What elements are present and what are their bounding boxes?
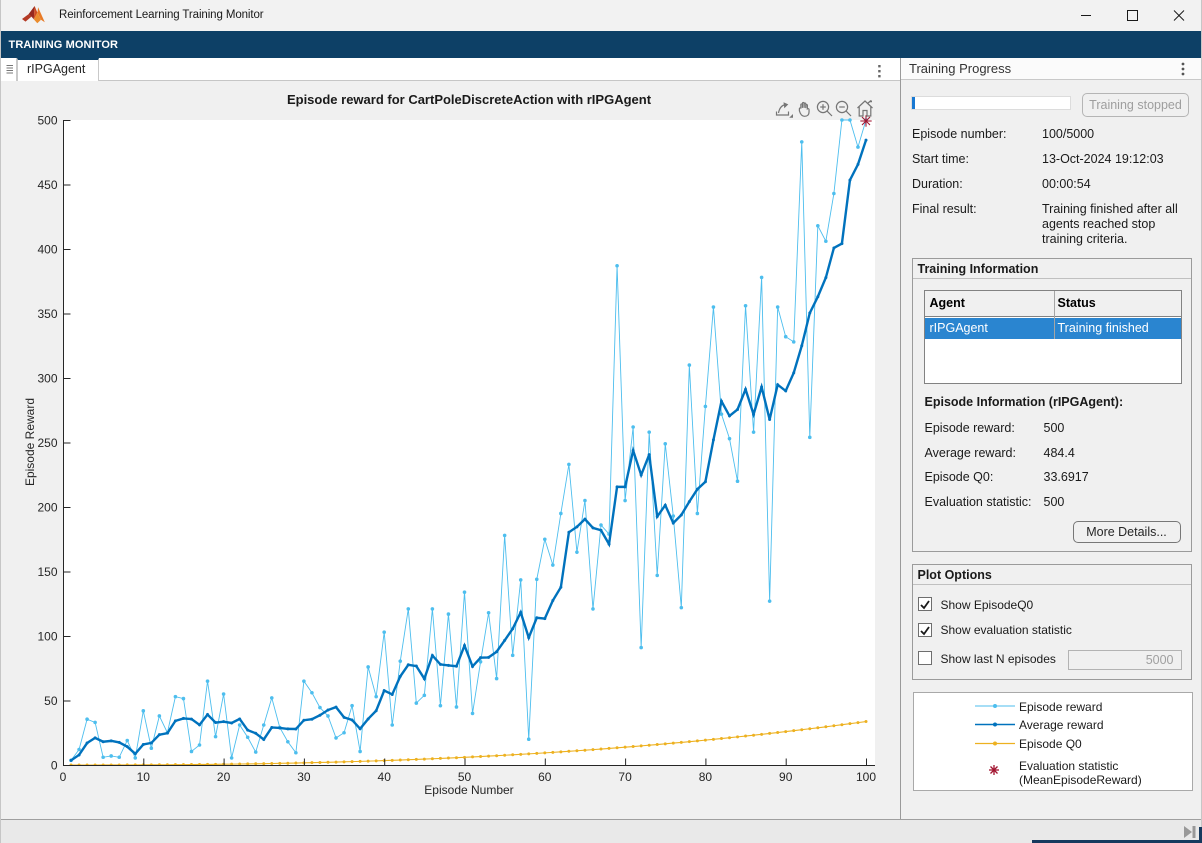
svg-text:80: 80: [699, 770, 713, 784]
svg-text:10: 10: [137, 770, 151, 784]
svg-text:400: 400: [37, 242, 57, 256]
svg-text:500: 500: [37, 113, 57, 127]
svg-text:300: 300: [37, 371, 57, 385]
svg-text:20: 20: [217, 770, 231, 784]
svg-text:0: 0: [60, 770, 67, 784]
svg-text:150: 150: [37, 565, 57, 579]
svg-text:350: 350: [37, 307, 57, 321]
svg-text:100: 100: [856, 770, 876, 784]
svg-text:100: 100: [37, 629, 57, 643]
svg-text:0: 0: [51, 758, 58, 772]
svg-text:250: 250: [37, 436, 57, 450]
svg-text:60: 60: [538, 770, 552, 784]
svg-text:50: 50: [458, 770, 472, 784]
svg-text:90: 90: [779, 770, 793, 784]
svg-text:70: 70: [618, 770, 632, 784]
svg-text:30: 30: [297, 770, 311, 784]
svg-text:Episode Number: Episode Number: [424, 783, 513, 797]
svg-text:Episode reward for CartPoleDis: Episode reward for CartPoleDiscreteActio…: [287, 92, 652, 107]
svg-text:200: 200: [37, 500, 57, 514]
svg-text:50: 50: [44, 694, 58, 708]
svg-text:40: 40: [378, 770, 392, 784]
svg-text:Episode Reward: Episode Reward: [23, 398, 37, 486]
svg-text:450: 450: [37, 178, 57, 192]
